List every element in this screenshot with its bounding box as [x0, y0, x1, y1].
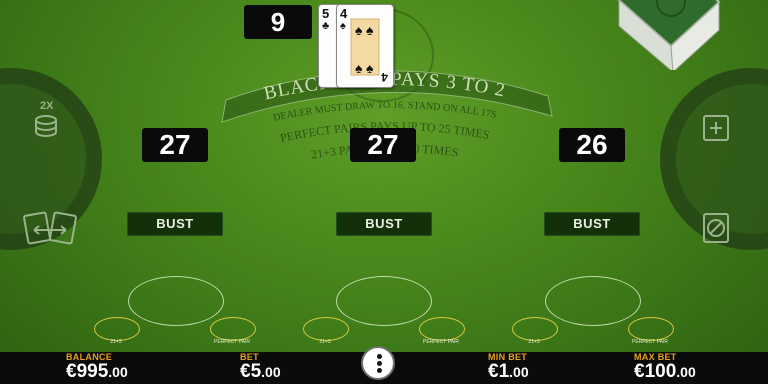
menu-dot-icon	[377, 368, 382, 373]
menu-dot-icon	[377, 361, 382, 366]
blackjack-table: BLACKJACK PAYS 3 TO 2 DEALER MUST DRAW T…	[0, 0, 768, 384]
svg-text:4: 4	[381, 70, 388, 84]
hand-2-21plus3-spot[interactable]	[303, 317, 349, 341]
hand-2-total: 27	[350, 128, 416, 162]
hand-1-status: BUST	[127, 212, 223, 236]
bet-value: €5.00	[240, 361, 281, 382]
min-bet-value: €1.00	[488, 361, 529, 382]
svg-text:♠: ♠	[366, 60, 374, 76]
double-chips-icon[interactable]	[30, 112, 62, 144]
hand-3-total: 26	[559, 128, 625, 162]
card-shoe	[617, 0, 721, 70]
double-label[interactable]: 2X	[40, 100, 53, 112]
arc-line-dealer-rule: DEALER MUST DRAW TO 16, STAND ON ALL 17S	[272, 100, 497, 124]
hand-2-status: BUST	[336, 212, 432, 236]
hand-1-perfect-pair-spot[interactable]	[210, 317, 256, 341]
hand-1-21plus3-label: 21+3	[110, 339, 122, 345]
min-bet-stat: MIN BET €1.00	[488, 352, 529, 382]
hand-3-21plus3-spot[interactable]	[512, 317, 558, 341]
menu-dot-icon	[377, 354, 382, 359]
hand-3-perfect-pair-label: PERFECT PAIR	[632, 339, 668, 345]
hand-3-status: BUST	[544, 212, 640, 236]
card-rank: 5	[322, 6, 330, 21]
dealer-total: 9	[244, 5, 312, 39]
dealer-card-2: 4 ♠ ♠ ♠ ♠ ♠ 4	[336, 4, 394, 88]
hand-1-21plus3-spot[interactable]	[94, 317, 140, 341]
hand-2-perfect-pair-spot[interactable]	[419, 317, 465, 341]
svg-text:♠: ♠	[355, 60, 363, 76]
hand-2-21plus3-label: 21+3	[319, 339, 331, 345]
balance-stat: BALANCE €995.00	[66, 352, 128, 382]
hand-1-perfect-pair-label: PERFECT PAIR	[214, 339, 250, 345]
hand-3-bet-spot[interactable]	[545, 276, 641, 326]
card-pips: ♠ ♠ ♠ ♠ 4	[350, 18, 388, 84]
stand-icon[interactable]	[700, 212, 732, 244]
hand-1-bet-spot[interactable]	[128, 276, 224, 326]
hand-2-bet-spot[interactable]	[336, 276, 432, 326]
club-icon: ♣	[322, 20, 330, 32]
hit-icon[interactable]	[700, 112, 732, 144]
svg-text:♠: ♠	[355, 22, 363, 38]
balance-value: €995.00	[66, 361, 128, 382]
max-bet-value: €100.00	[634, 361, 696, 382]
bet-stat: BET €5.00	[240, 352, 281, 382]
hand-2-perfect-pair-label: PERFECT PAIR	[423, 339, 459, 345]
svg-text:♠: ♠	[366, 22, 374, 38]
hand-3-21plus3-label: 21+3	[528, 339, 540, 345]
menu-button[interactable]	[361, 346, 395, 380]
svg-text:DEALER MUST DRAW TO 16, STAND: DEALER MUST DRAW TO 16, STAND ON ALL 17S	[272, 100, 497, 124]
hand-3-perfect-pair-spot[interactable]	[628, 317, 674, 341]
hand-1-total: 27	[142, 128, 208, 162]
max-bet-stat: MAX BET €100.00	[634, 352, 696, 382]
split-icon[interactable]	[22, 210, 78, 246]
